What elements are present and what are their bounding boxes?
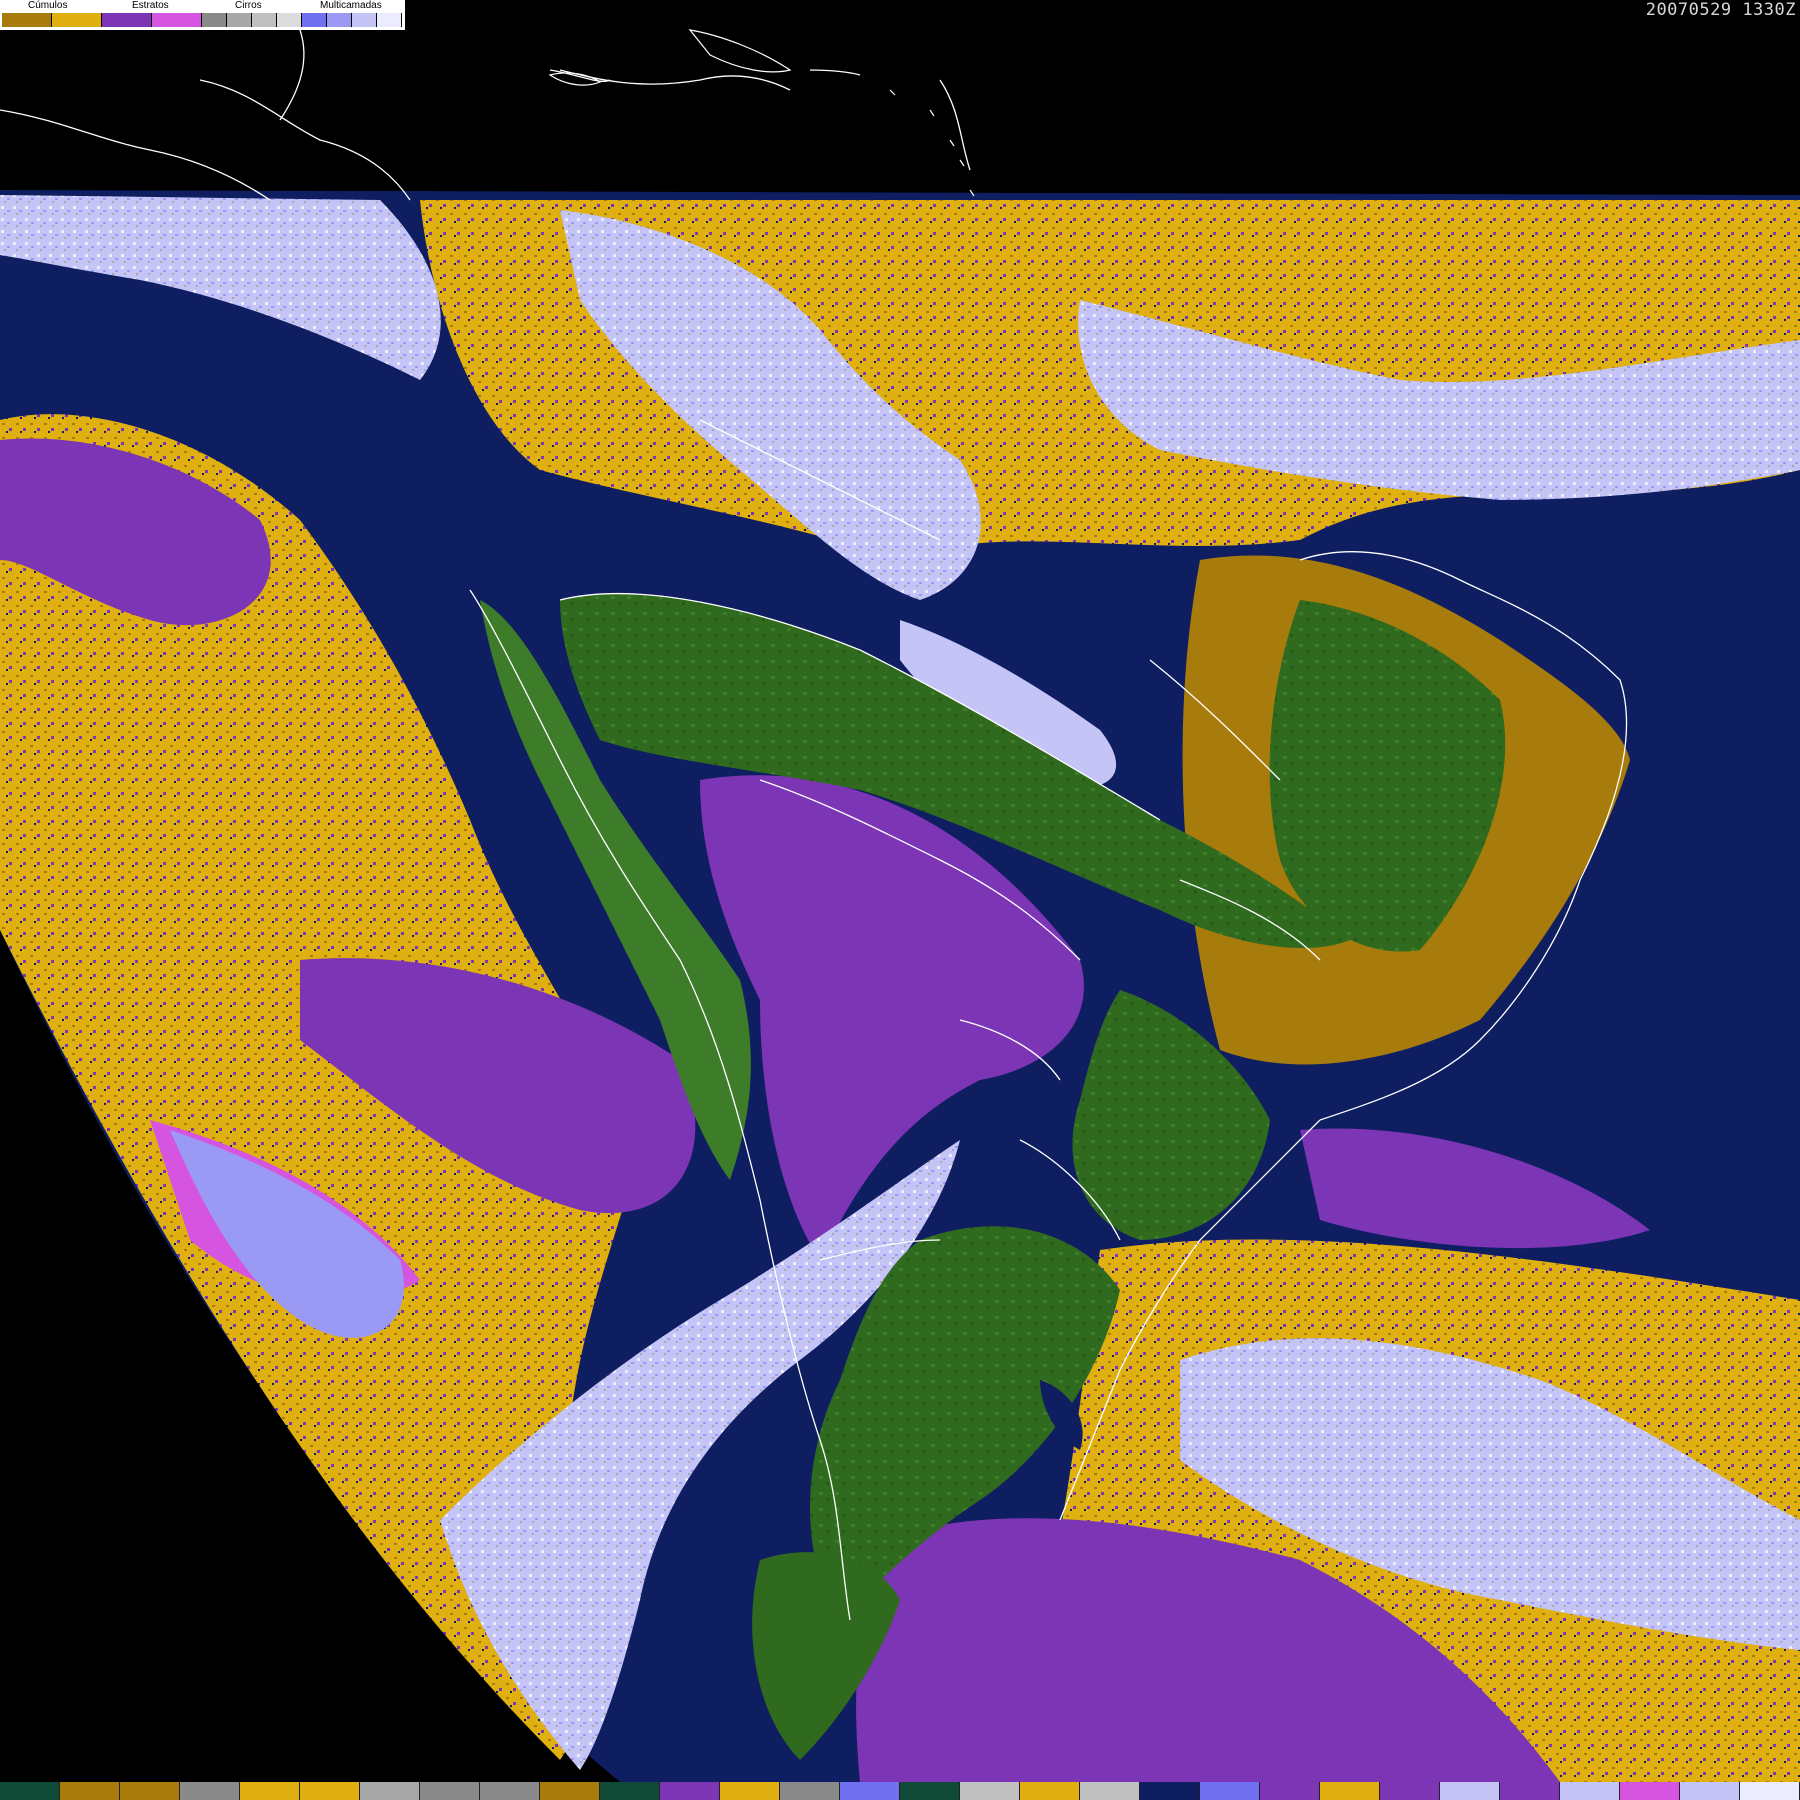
strip-cell (1140, 1782, 1200, 1800)
strip-cell (120, 1782, 180, 1800)
strip-cell (660, 1782, 720, 1800)
legend-label-cumulus: Cúmulos (28, 0, 68, 11)
legend-swatch (152, 13, 202, 27)
timestamp: 20070529 1330Z (1645, 0, 1796, 20)
strip-cell (720, 1782, 780, 1800)
bottom-color-strip (0, 1782, 1800, 1800)
strip-cell (540, 1782, 600, 1800)
strip-cell (180, 1782, 240, 1800)
legend-swatch (227, 13, 252, 27)
legend-swatch (202, 13, 227, 27)
legend-swatch (52, 13, 102, 27)
strip-cell (60, 1782, 120, 1800)
strip-cell (360, 1782, 420, 1800)
strip-cell (0, 1782, 60, 1800)
strip-cell (1440, 1782, 1500, 1800)
legend-swatch (2, 13, 52, 27)
strip-cell (480, 1782, 540, 1800)
strip-cell (1680, 1782, 1740, 1800)
strip-cell (1260, 1782, 1320, 1800)
legend-swatch (252, 13, 277, 27)
strip-cell (1500, 1782, 1560, 1800)
legend-swatch (327, 13, 352, 27)
legend-label-multilayer: Multicamadas (320, 0, 382, 11)
legend-swatch (352, 13, 377, 27)
strip-cell (1080, 1782, 1140, 1800)
strip-cell (1020, 1782, 1080, 1800)
strip-cell (900, 1782, 960, 1800)
strip-cell (1320, 1782, 1380, 1800)
strip-cell (1740, 1782, 1800, 1800)
legend: Cúmulos Estratos Cirros Multicamadas (0, 0, 405, 30)
legend-swatch (302, 13, 327, 27)
satellite-cloud-map (0, 29, 1800, 1782)
strip-cell (300, 1782, 360, 1800)
strip-cell (240, 1782, 300, 1800)
strip-cell (960, 1782, 1020, 1800)
legend-label-cirrus: Cirros (235, 0, 262, 11)
strip-cell (420, 1782, 480, 1800)
strip-cell (1200, 1782, 1260, 1800)
strip-cell (1620, 1782, 1680, 1800)
legend-swatch (102, 13, 152, 27)
strip-cell (600, 1782, 660, 1800)
legend-swatch (277, 13, 302, 27)
strip-cell (840, 1782, 900, 1800)
legend-swatches (2, 13, 402, 27)
caribbean-islands (548, 29, 975, 197)
strip-cell (1380, 1782, 1440, 1800)
legend-label-stratus: Estratos (132, 0, 169, 11)
strip-cell (1560, 1782, 1620, 1800)
legend-swatch (377, 13, 402, 27)
strip-cell (780, 1782, 840, 1800)
